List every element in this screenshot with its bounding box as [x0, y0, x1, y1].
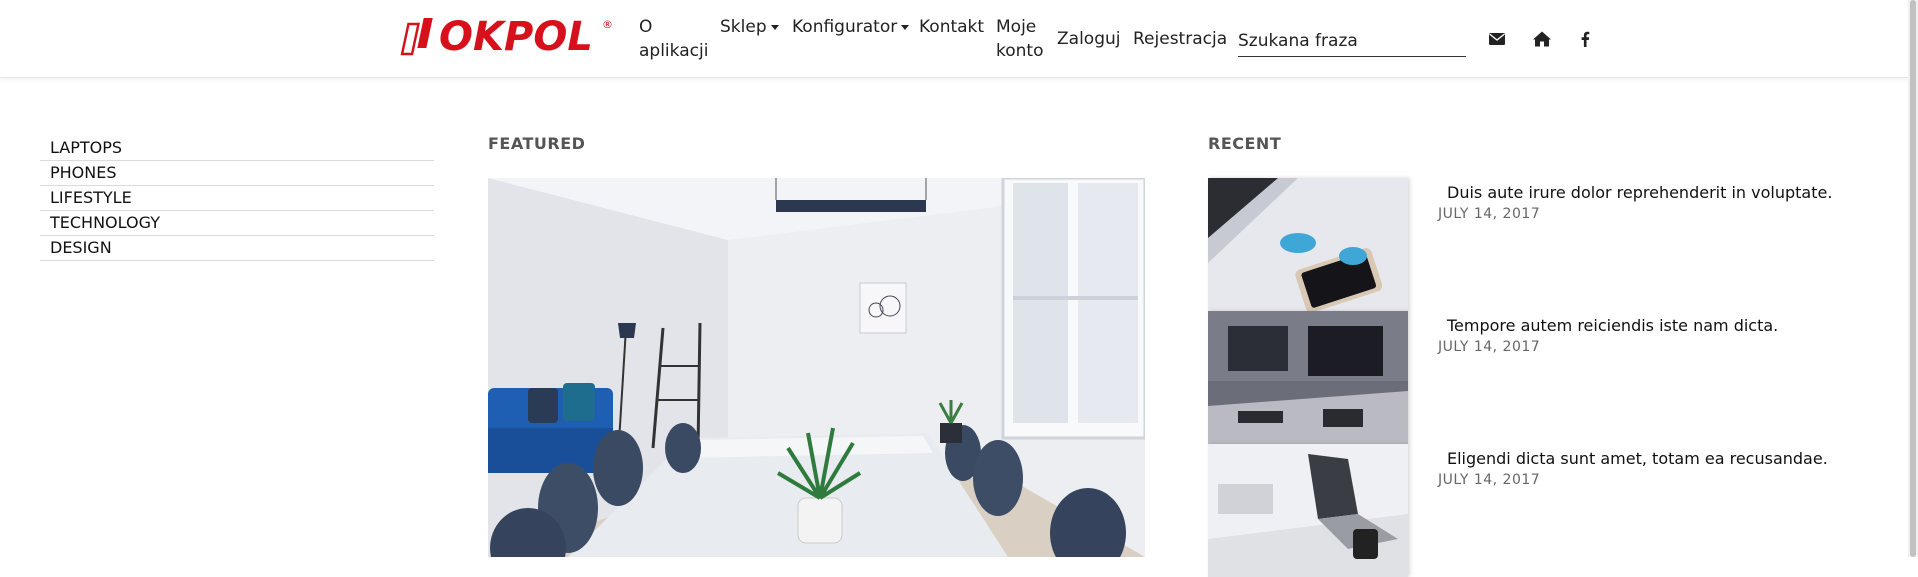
nav-about[interactable]: O aplikacji	[639, 15, 711, 63]
nav-configurator[interactable]: Konfigurator	[792, 15, 910, 39]
recent-post: Eligendi dicta sunt amet, totam ea recus…	[1208, 444, 1828, 577]
category-item-phones[interactable]: PHONES	[40, 161, 434, 186]
recent-post-date: JULY 14, 2017	[1438, 339, 1541, 355]
nav-about-label: O aplikacji	[639, 17, 709, 61]
home-icon[interactable]	[1532, 30, 1552, 48]
nav-my-account-label: Moje konto	[996, 17, 1044, 61]
envelope-icon[interactable]	[1487, 30, 1507, 48]
nav-shop[interactable]: Sklep	[720, 15, 779, 39]
search-input[interactable]	[1238, 26, 1466, 57]
scrollbar[interactable]	[1908, 0, 1918, 557]
chevron-down-icon	[901, 24, 910, 30]
featured-image[interactable]	[488, 178, 1145, 557]
category-list: LAPTOPS PHONES LIFESTYLE TECHNOLOGY DESI…	[40, 136, 434, 261]
recent-thumbnail[interactable]	[1208, 311, 1408, 444]
registered-mark: ®	[602, 18, 613, 31]
category-item-technology[interactable]: TECHNOLOGY	[40, 211, 434, 236]
category-item-lifestyle[interactable]: LIFESTYLE	[40, 186, 434, 211]
site-header: OKPOL ® O aplikacji Sklep Konfigurator K…	[0, 0, 1918, 78]
recent-post-title[interactable]: Eligendi dicta sunt amet, totam ea recus…	[1447, 449, 1828, 468]
nav-contact[interactable]: Kontakt	[919, 15, 984, 39]
recent-thumbnail[interactable]	[1208, 178, 1408, 311]
category-item-laptops[interactable]: LAPTOPS	[40, 136, 434, 161]
nav-register[interactable]: Rejestracja	[1133, 27, 1227, 51]
nav-configurator-label: Konfigurator	[792, 17, 898, 37]
logo-text: OKPOL	[439, 14, 593, 60]
nav-login[interactable]: Zaloguj	[1057, 27, 1120, 51]
featured-heading: FEATURED	[488, 134, 586, 153]
nav-login-label: Zaloguj	[1057, 29, 1121, 49]
recent-thumbnail[interactable]	[1208, 444, 1408, 577]
nav-register-label: Rejestracja	[1133, 29, 1228, 49]
recent-heading: RECENT	[1208, 134, 1282, 153]
recent-post-date: JULY 14, 2017	[1438, 206, 1541, 222]
recent-post-title[interactable]: Tempore autem reiciendis iste nam dicta.	[1447, 316, 1778, 335]
recent-post: Duis aute irure dolor reprehenderit in v…	[1208, 178, 1832, 311]
recent-post-date: JULY 14, 2017	[1438, 472, 1541, 488]
chevron-down-icon	[770, 24, 779, 30]
facebook-icon[interactable]	[1575, 30, 1595, 48]
nav-my-account[interactable]: Moje konto	[996, 15, 1046, 63]
category-item-design[interactable]: DESIGN	[40, 236, 434, 261]
okpol-logo[interactable]: OKPOL ®	[397, 12, 617, 60]
recent-post-title[interactable]: Duis aute irure dolor reprehenderit in v…	[1447, 183, 1832, 202]
nav-shop-label: Sklep	[720, 17, 767, 37]
nav-contact-label: Kontakt	[919, 17, 985, 37]
scrollbar-thumb[interactable]	[1910, 0, 1916, 557]
recent-post: Tempore autem reiciendis iste nam dicta.…	[1208, 311, 1778, 444]
